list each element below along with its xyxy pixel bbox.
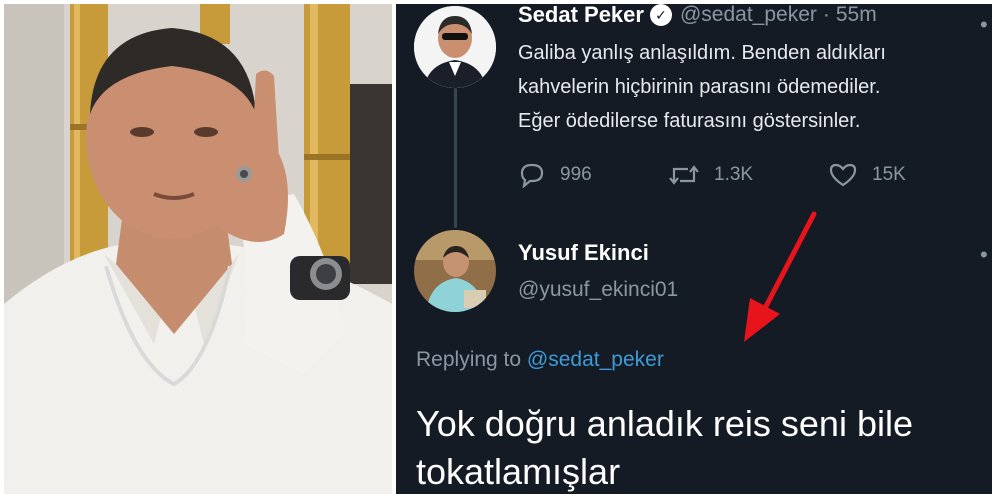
retweet-icon: [669, 165, 699, 185]
yusuf-ekinci-avatar[interactable]: [414, 230, 496, 312]
original-author-handle[interactable]: @sedat_peker: [680, 4, 817, 27]
like-action[interactable]: 15K: [828, 162, 906, 188]
person-photo: [4, 4, 392, 494]
tweet-timestamp[interactable]: 55m: [836, 4, 877, 27]
reply-icon: [520, 163, 544, 188]
more-options-icon[interactable]: •: [980, 242, 988, 268]
reply-action[interactable]: 996: [518, 162, 592, 188]
reply-tweet-text: Yok doğru anladık reis seni bile tokatla…: [416, 403, 913, 492]
reply-author-name[interactable]: Yusuf Ekinci: [518, 240, 649, 266]
original-tweet-text-line: kahvelerin hiçbirinin parasını ödemedile…: [518, 76, 881, 98]
retweet-count: 1.3K: [714, 164, 754, 185]
like-icon: [829, 163, 857, 187]
replying-to-line: Replying to @sedat_peker: [416, 348, 664, 372]
tweet-screenshot: Sedat Peker ✓ @sedat_peker · 55m Galiba …: [396, 4, 992, 494]
replying-to-label: Replying to: [416, 348, 522, 371]
replying-to-mention[interactable]: @sedat_peker: [527, 348, 664, 371]
original-author-name[interactable]: Sedat Peker: [518, 4, 644, 28]
reply-count: 996: [560, 164, 592, 185]
separator-dot: ·: [822, 4, 830, 26]
original-tweet-header: Sedat Peker ✓ @sedat_peker · 55m: [518, 4, 877, 28]
more-options-icon[interactable]: •: [980, 12, 988, 38]
retweet-action[interactable]: 1.3K: [668, 162, 753, 188]
like-count: 15K: [872, 164, 906, 185]
thread-connector-line: [454, 88, 457, 228]
red-arrow-annotation-icon: [744, 211, 817, 342]
verified-badge-icon: ✓: [649, 4, 672, 26]
tweet-action-bar: 996 1.3K 15K: [518, 162, 958, 192]
reply-author-handle[interactable]: @yusuf_ekinci01: [518, 278, 678, 302]
sedat-peker-avatar[interactable]: [414, 6, 496, 88]
screenshot-canvas: Sedat Peker ✓ @sedat_peker · 55m Galiba …: [0, 0, 996, 498]
original-tweet-text-line: Galiba yanlış anlaşıldım. Benden aldıkla…: [518, 42, 886, 64]
original-tweet-text-line: Eğer ödedilerse faturasını göstersinler.: [518, 110, 861, 132]
